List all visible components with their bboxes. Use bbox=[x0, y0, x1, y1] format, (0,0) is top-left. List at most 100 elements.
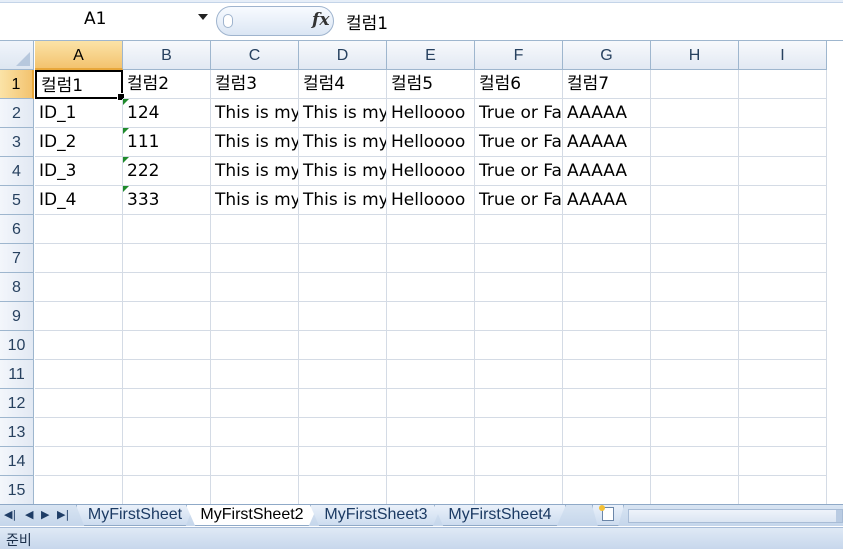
cell-h11[interactable] bbox=[651, 360, 739, 389]
cell-g9[interactable] bbox=[563, 302, 651, 331]
cell-d10[interactable] bbox=[299, 331, 387, 360]
cell-e9[interactable] bbox=[387, 302, 475, 331]
cell-g7[interactable] bbox=[563, 244, 651, 273]
cell-d7[interactable] bbox=[299, 244, 387, 273]
cell-e13[interactable] bbox=[387, 418, 475, 447]
cell-b6[interactable] bbox=[123, 215, 211, 244]
cell-b11[interactable] bbox=[123, 360, 211, 389]
cell-b12[interactable] bbox=[123, 389, 211, 418]
cell-i3[interactable] bbox=[739, 128, 827, 157]
cell-b15[interactable] bbox=[123, 476, 211, 504]
cell-d9[interactable] bbox=[299, 302, 387, 331]
error-indicator-icon[interactable] bbox=[123, 157, 129, 163]
cell-f15[interactable] bbox=[475, 476, 563, 504]
column-header-h[interactable]: H bbox=[651, 41, 739, 70]
cell-i5[interactable] bbox=[739, 186, 827, 215]
cell-h14[interactable] bbox=[651, 447, 739, 476]
cell-g8[interactable] bbox=[563, 273, 651, 302]
cell-d14[interactable] bbox=[299, 447, 387, 476]
cell-i6[interactable] bbox=[739, 215, 827, 244]
cell-h7[interactable] bbox=[651, 244, 739, 273]
row-header-13[interactable]: 13 bbox=[0, 418, 34, 447]
cell-f5[interactable]: True or Fa bbox=[475, 186, 563, 215]
cell-b7[interactable] bbox=[123, 244, 211, 273]
row-header-10[interactable]: 10 bbox=[0, 331, 34, 360]
row-header-12[interactable]: 12 bbox=[0, 389, 34, 418]
cell-d5[interactable]: This is my bbox=[299, 186, 387, 215]
row-header-8[interactable]: 8 bbox=[0, 273, 34, 302]
cell-a12[interactable] bbox=[35, 389, 123, 418]
cell-c5[interactable]: This is my bbox=[211, 186, 299, 215]
sheet-tab-1[interactable]: MyFirstSheet bbox=[76, 505, 194, 526]
next-sheet-icon[interactable]: ▶ bbox=[41, 508, 49, 522]
cell-b1[interactable]: 컬럼2 bbox=[123, 70, 211, 99]
column-header-g[interactable]: G bbox=[563, 41, 651, 70]
cell-e10[interactable] bbox=[387, 331, 475, 360]
cell-e7[interactable] bbox=[387, 244, 475, 273]
cell-i9[interactable] bbox=[739, 302, 827, 331]
cell-c14[interactable] bbox=[211, 447, 299, 476]
cell-e2[interactable]: Helloooo bbox=[387, 99, 475, 128]
horizontal-scrollbar[interactable] bbox=[628, 509, 843, 523]
row-header-7[interactable]: 7 bbox=[0, 244, 34, 273]
cell-a13[interactable] bbox=[35, 418, 123, 447]
error-indicator-icon[interactable] bbox=[123, 99, 129, 105]
cell-e3[interactable]: Helloooo bbox=[387, 128, 475, 157]
cell-b14[interactable] bbox=[123, 447, 211, 476]
cell-b2[interactable]: 124 bbox=[123, 99, 211, 128]
cell-c3[interactable]: This is my bbox=[211, 128, 299, 157]
row-header-1[interactable]: 1 bbox=[0, 70, 34, 99]
cell-c8[interactable] bbox=[211, 273, 299, 302]
cell-c4[interactable]: This is my bbox=[211, 157, 299, 186]
insert-sheet-button[interactable] bbox=[592, 505, 624, 526]
cell-h10[interactable] bbox=[651, 331, 739, 360]
cell-b9[interactable] bbox=[123, 302, 211, 331]
cell-c2[interactable]: This is my bbox=[211, 99, 299, 128]
cell-a6[interactable] bbox=[35, 215, 123, 244]
cell-d1[interactable]: 컬럼4 bbox=[299, 70, 387, 99]
row-header-9[interactable]: 9 bbox=[0, 302, 34, 331]
column-header-a[interactable]: A bbox=[35, 41, 123, 70]
cell-g12[interactable] bbox=[563, 389, 651, 418]
column-header-d[interactable]: D bbox=[299, 41, 387, 70]
cell-h15[interactable] bbox=[651, 476, 739, 504]
cell-f11[interactable] bbox=[475, 360, 563, 389]
cell-g5[interactable]: AAAAA bbox=[563, 186, 651, 215]
cell-c1[interactable]: 컬럼3 bbox=[211, 70, 299, 99]
cell-h1[interactable] bbox=[651, 70, 739, 99]
cell-f13[interactable] bbox=[475, 418, 563, 447]
cell-e15[interactable] bbox=[387, 476, 475, 504]
cell-h5[interactable] bbox=[651, 186, 739, 215]
cell-i11[interactable] bbox=[739, 360, 827, 389]
cell-d3[interactable]: This is my bbox=[299, 128, 387, 157]
cell-c10[interactable] bbox=[211, 331, 299, 360]
insert-function-icon[interactable]: fx bbox=[312, 10, 329, 30]
row-header-6[interactable]: 6 bbox=[0, 215, 34, 244]
cell-g4[interactable]: AAAAA bbox=[563, 157, 651, 186]
cell-e5[interactable]: Helloooo bbox=[387, 186, 475, 215]
first-sheet-icon[interactable]: ◀| bbox=[4, 508, 16, 522]
cell-i12[interactable] bbox=[739, 389, 827, 418]
cell-e4[interactable]: Helloooo bbox=[387, 157, 475, 186]
cell-c12[interactable] bbox=[211, 389, 299, 418]
cell-i2[interactable] bbox=[739, 99, 827, 128]
column-header-i[interactable]: I bbox=[739, 41, 827, 70]
row-header-5[interactable]: 5 bbox=[0, 186, 34, 215]
row-header-14[interactable]: 14 bbox=[0, 447, 34, 476]
cell-g11[interactable] bbox=[563, 360, 651, 389]
cell-f4[interactable]: True or Fa bbox=[475, 157, 563, 186]
cell-e6[interactable] bbox=[387, 215, 475, 244]
cell-d8[interactable] bbox=[299, 273, 387, 302]
cell-a11[interactable] bbox=[35, 360, 123, 389]
cell-f12[interactable] bbox=[475, 389, 563, 418]
row-header-3[interactable]: 3 bbox=[0, 128, 34, 157]
prev-sheet-icon[interactable]: ◀ bbox=[25, 508, 33, 522]
cell-h8[interactable] bbox=[651, 273, 739, 302]
cell-g1[interactable]: 컬럼7 bbox=[563, 70, 651, 99]
cell-c7[interactable] bbox=[211, 244, 299, 273]
cell-g3[interactable]: AAAAA bbox=[563, 128, 651, 157]
row-header-11[interactable]: 11 bbox=[0, 360, 34, 389]
cell-f9[interactable] bbox=[475, 302, 563, 331]
cell-a2[interactable]: ID_1 bbox=[35, 99, 123, 128]
cell-e1[interactable]: 컬럼5 bbox=[387, 70, 475, 99]
